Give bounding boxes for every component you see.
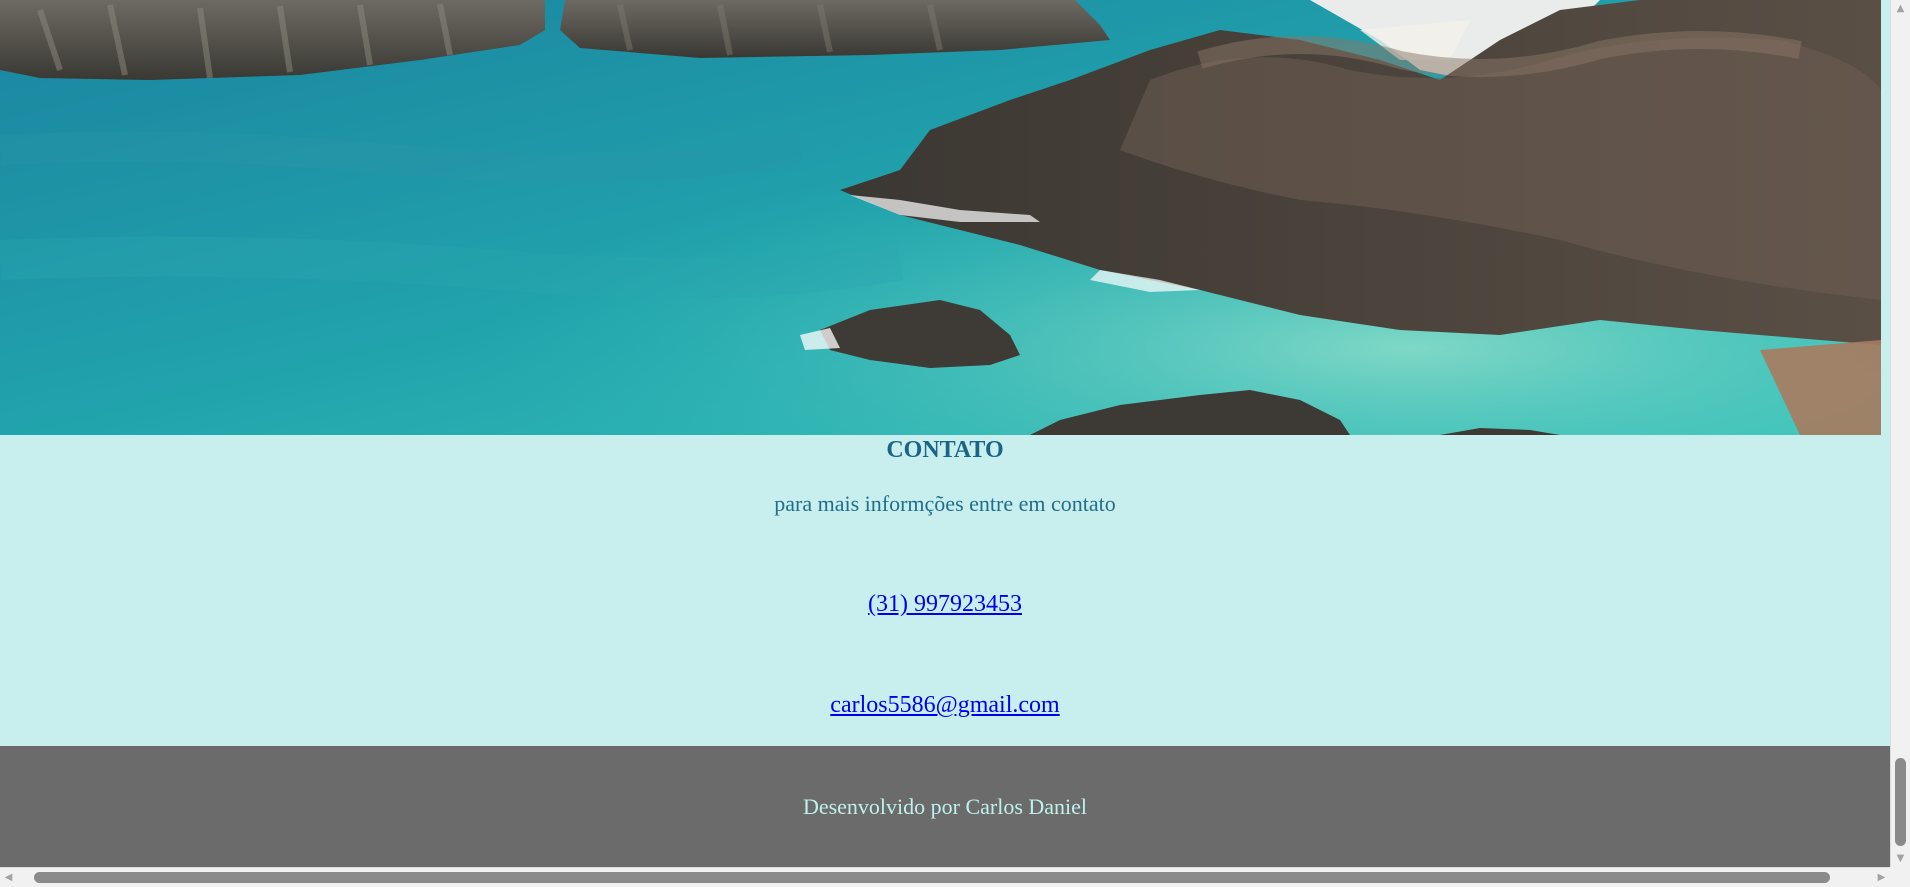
horizontal-scroll-thumb[interactable] [34,872,1830,883]
coastal-landscape-image [0,0,1881,435]
scrollbar-corner [1890,867,1910,887]
email-row: carlos5586@gmail.com [0,692,1890,719]
triangle-up-icon[interactable]: ▲ [1891,0,1910,17]
contact-section: CONTATO para mais informções entre em co… [0,435,1890,746]
footer: Desenvolvido por Carlos Daniel [0,746,1890,867]
horizontal-scrollbar[interactable]: ◀ ▶ [0,867,1890,887]
phone-link[interactable]: (31) 997923453 [868,591,1022,617]
triangle-right-icon[interactable]: ▶ [1873,868,1890,887]
vertical-scrollbar[interactable]: ▲ ▼ [1890,0,1910,867]
hero-edge [1881,0,1890,435]
email-link[interactable]: carlos5586@gmail.com [830,692,1059,718]
vertical-scroll-thumb[interactable] [1895,758,1906,846]
phone-row: (31) 997923453 [0,591,1890,618]
contact-subtitle: para mais informções entre em contato [774,491,1116,516]
contact-title: CONTATO [886,437,1004,463]
hero-illustration [0,0,1881,435]
triangle-down-icon[interactable]: ▼ [1891,850,1910,867]
page-viewport: CONTATO para mais informções entre em co… [0,0,1890,867]
triangle-left-icon[interactable]: ◀ [0,868,17,887]
footer-credit: Desenvolvido por Carlos Daniel [802,794,1088,819]
